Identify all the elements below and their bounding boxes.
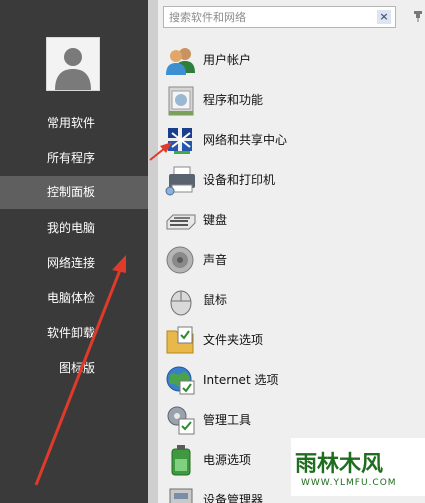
cp-item-admin-tools[interactable]: 管理工具	[164, 401, 414, 439]
mouse-icon	[170, 290, 192, 316]
devices-printers-icon	[165, 166, 195, 196]
cp-item-label: Internet 选项	[203, 373, 279, 387]
sidebar-item-label: 我的电脑	[47, 221, 96, 235]
search-box: ×	[163, 6, 396, 28]
sidebar-item-label: 控制面板	[47, 185, 96, 199]
cp-item-programs-features[interactable]: 程序和功能	[164, 81, 414, 119]
cp-item-folder-options[interactable]: 文件夹选项	[164, 321, 414, 359]
cp-item-keyboard[interactable]: 键盘	[164, 201, 414, 239]
cp-item-label: 声音	[203, 253, 228, 267]
cp-item-label: 设备管理器	[203, 493, 264, 503]
cp-item-user-accounts[interactable]: 用户帐户	[164, 41, 414, 79]
watermark-url: WWW.YLMFU.COM	[301, 478, 397, 488]
internet-options-icon	[166, 366, 195, 395]
sidebar-item-pc-checkup[interactable]: 电脑体检	[0, 282, 148, 315]
sidebar-item-icon-view[interactable]: 图标版	[0, 352, 148, 385]
cp-item-sound[interactable]: 声音	[164, 241, 414, 279]
sidebar-item-label: 网络连接	[47, 256, 96, 270]
sidebar-item-label: 电脑体检	[47, 291, 96, 305]
user-avatar-icon	[47, 38, 99, 90]
sidebar-item-common-software[interactable]: 常用软件	[0, 107, 148, 140]
folder-options-icon	[166, 326, 194, 354]
avatar[interactable]	[46, 37, 100, 91]
sidebar: 常用软件 所有程序 控制面板 我的电脑 网络连接 电脑体检 软件卸载 图标版	[0, 0, 148, 503]
programs-features-icon	[168, 86, 194, 116]
sidebar-item-label: 软件卸载	[47, 326, 96, 340]
cp-item-label: 管理工具	[203, 413, 252, 427]
cp-item-label: 键盘	[203, 213, 228, 227]
sidebar-item-label: 常用软件	[47, 116, 96, 130]
cp-item-label: 鼠标	[203, 293, 228, 307]
cp-item-label: 网络和共享中心	[203, 133, 288, 147]
control-panel-list: × 用户帐户 程序和功能	[158, 0, 425, 503]
cp-item-network-sharing[interactable]: 网络和共享中心	[164, 121, 414, 159]
cp-item-label: 程序和功能	[203, 93, 264, 107]
cp-item-label: 设备和打印机	[203, 173, 276, 187]
watermark: 雨林木风 WWW.YLMFU.COM	[291, 438, 425, 496]
cp-item-label: 电源选项	[203, 453, 252, 467]
search-input[interactable]	[164, 7, 374, 27]
network-sharing-icon	[168, 128, 192, 154]
sidebar-item-my-computer[interactable]: 我的电脑	[0, 212, 148, 245]
sidebar-item-control-panel[interactable]: 控制面板	[0, 176, 148, 209]
keyboard-icon	[166, 214, 196, 230]
cp-item-label: 用户帐户	[203, 53, 252, 67]
sidebar-item-all-programs[interactable]: 所有程序	[0, 142, 148, 175]
watermark-logo: 雨林木风	[295, 452, 384, 477]
panel-divider	[148, 0, 158, 503]
user-accounts-icon	[166, 48, 195, 75]
pin-icon[interactable]	[413, 10, 423, 22]
sound-icon	[166, 246, 194, 274]
power-options-icon	[171, 445, 191, 476]
sidebar-item-uninstall[interactable]: 软件卸载	[0, 317, 148, 350]
admin-tools-icon	[167, 406, 195, 435]
cp-item-internet-options[interactable]: Internet 选项	[164, 361, 414, 399]
device-manager-icon	[169, 488, 193, 503]
clear-search-button[interactable]: ×	[377, 10, 391, 24]
cp-item-mouse[interactable]: 鼠标	[164, 281, 414, 319]
sidebar-item-label: 图标版	[59, 361, 96, 375]
cp-item-devices-printers[interactable]: 设备和打印机	[164, 161, 414, 199]
sidebar-item-network-connections[interactable]: 网络连接	[0, 247, 148, 280]
sidebar-item-label: 所有程序	[47, 151, 96, 165]
cp-item-label: 文件夹选项	[203, 333, 264, 347]
